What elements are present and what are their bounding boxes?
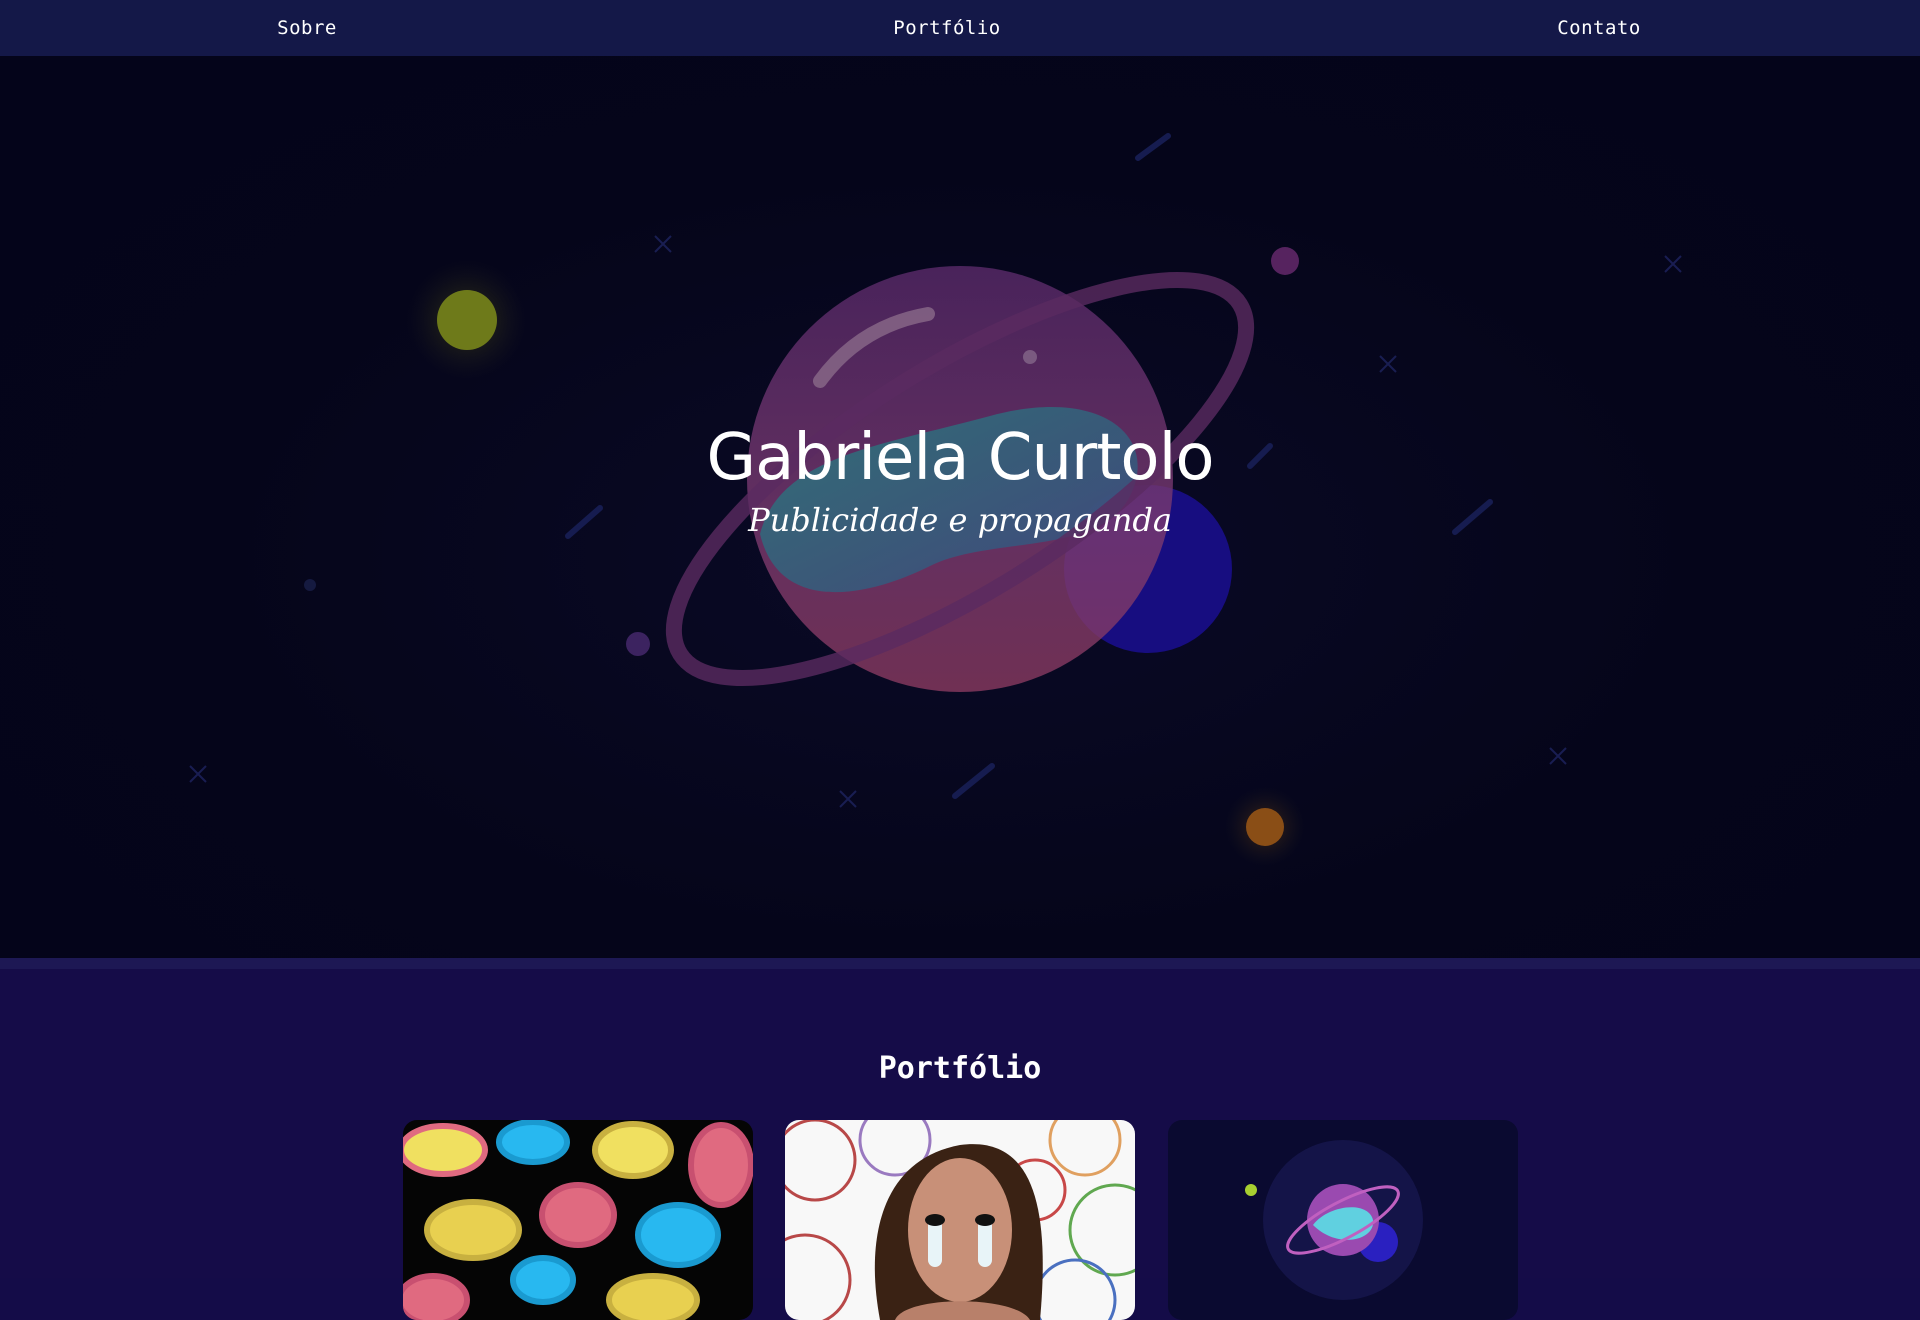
yellow-planet	[437, 290, 497, 350]
nav-link-contato[interactable]: Contato	[1557, 0, 1641, 56]
hero-title: Gabriela Curtolo	[706, 421, 1215, 495]
portfolio-card-portrait[interactable]	[785, 1120, 1135, 1320]
section-divider	[0, 958, 1920, 969]
portfolio-card-swirls[interactable]	[403, 1120, 753, 1320]
top-navigation: Sobre Portfólio Contato	[0, 0, 1920, 56]
hero-subtitle: Publicidade e propaganda	[748, 501, 1172, 539]
abstract-swirls-image	[403, 1120, 753, 1320]
portfolio-section: Portfólio	[0, 969, 1920, 1320]
nav-link-portfolio[interactable]: Portfólio	[893, 0, 1000, 56]
planet-illustration-image	[1168, 1120, 1518, 1320]
orange-planet	[1246, 808, 1284, 846]
nav-link-sobre[interactable]: Sobre	[277, 0, 337, 56]
smiley-portrait-image	[785, 1120, 1135, 1320]
portfolio-card-planet[interactable]	[1168, 1120, 1518, 1320]
portfolio-heading: Portfólio	[878, 1051, 1042, 1086]
hero-section: Gabriela Curtolo Publicidade e propagand…	[0, 56, 1920, 969]
